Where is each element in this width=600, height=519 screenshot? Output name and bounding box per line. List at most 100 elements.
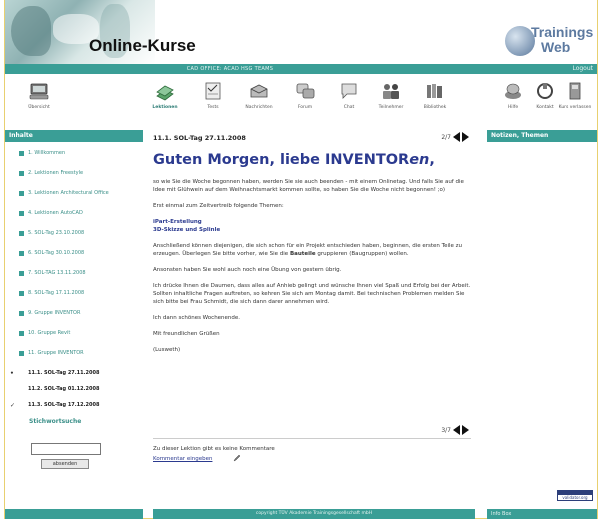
breadcrumb: 11.1. SOL-Tag 27.11.2008 [153,134,246,142]
nav-item-label: 4. Lektionen AutoCAD [28,210,83,216]
bullet-icon [19,151,24,156]
bullet-icon [19,311,24,316]
bullet-icon [19,251,24,256]
nav-subitem[interactable]: ✓ 11.3. SOL-Tag 17.12.2008 [10,402,143,409]
bullet-icon [19,351,24,356]
toolbar-item-chat[interactable]: Chat [329,80,369,110]
nav-item[interactable]: 3. Lektionen Architectural Office [19,190,143,197]
nav-item-label: 7. SOL-TAG 13.11.2008 [28,270,86,276]
photo-shape [11,6,51,56]
signature: (Lusweth) [153,347,181,353]
nav-item-label: 11.2. SOL-Tag 01.12.2008 [28,386,100,392]
bullet-icon [19,331,24,336]
toolbar-item-teilnehmer[interactable]: Teilnehmer [371,80,411,110]
page-indicator: 3/7 [441,426,451,434]
search-submit-button[interactable]: absenden [41,459,89,469]
next-page-icon[interactable] [462,425,469,435]
test-icon [205,82,221,100]
nav-item-label: 10. Gruppe Revit [28,330,71,336]
lesson-body: so wie Sie die Woche begonnen haben, wer… [153,178,475,362]
nav-item[interactable]: 8. SOL-Tag 17.11.2008 [19,290,143,297]
topic-link[interactable]: 3D-Skizze und Splinle [153,227,220,233]
bold-term: Bauteile [289,251,316,257]
validator-badge[interactable]: validator.org [557,490,593,501]
toolbar-item-nachrichten[interactable]: Nachrichten [239,80,279,110]
toolbar-item-bibliothek[interactable]: Bibliothek [415,80,455,110]
top-bar: CAD OFFICE: ACAD HSG TEAMS Logout [5,64,597,74]
nav-item-label: 8. SOL-Tag 17.11.2008 [28,290,85,296]
paragraph: Erst einmal zum Zeitvertreib folgende Th… [153,203,284,209]
chat-icon [341,83,357,99]
topic-list: iPart-Erstellung 3D-Skizze und Splinle [153,218,475,234]
toolbar-label: Übersicht [28,105,50,110]
title-punctuation: , [429,152,435,168]
help-icon [505,83,521,99]
previous-page-icon[interactable] [453,132,460,142]
paragraph: Ansonsten haben Sie wohl auch noch eine … [153,267,342,273]
page-navigator-bottom: 3/7 [441,425,469,435]
nav-item[interactable]: 2. Lektionen Freestyle [19,170,143,177]
title-text: Guten Morgen, liebe INVENTOR [153,152,410,168]
toolbar-item-kurs-verlassen[interactable]: Kurs verlassen [555,80,595,110]
main-content: 11.1. SOL-Tag 27.11.2008 2/7 Guten Morge… [147,130,481,519]
bullet-icon [19,211,24,216]
library-icon [427,84,442,98]
logout-link[interactable]: Logout [572,64,593,74]
forum-icon [296,83,315,99]
paragraph: so wie Sie die Woche begonnen haben, wer… [153,179,464,193]
toolbar-label: Nachrichten [245,105,273,110]
bullet-icon [19,271,24,276]
previous-page-icon[interactable] [453,425,460,435]
keyword-search-input[interactable] [31,443,101,455]
right-footer-bar: Info Box [487,509,597,519]
nav-item[interactable]: 4. Lektionen AutoCAD [19,210,143,217]
footer-copyright: copyright TÜV Akademie Trainingsgesellsc… [153,509,475,519]
exit-icon [569,82,581,100]
header: Online-Kurse Trainings Web [5,0,597,64]
nav-item[interactable]: 5. SOL-Tag 23.10.2008 [19,230,143,237]
toolbar-label: Lektionen [152,105,178,110]
logo-text-line2: Web [541,39,571,55]
nav-item[interactable]: 11. Gruppe INVENTOR [19,350,143,357]
next-page-icon[interactable] [462,132,469,142]
toolbar-item-lektionen[interactable]: Lektionen [145,80,185,110]
search-label: Stichwortsuche [29,418,82,425]
add-comment-link[interactable]: Kommentar eingeben [153,456,212,462]
toolbar: Übersicht Lektionen Tests Nachrichten Fo… [5,76,597,122]
toolbar-item-forum[interactable]: Forum [285,80,325,110]
messages-icon [250,84,268,98]
current-marker: • [10,370,14,377]
nav-item-label: 9. Gruppe INVENTOR [28,310,81,316]
title-italic-suffix: en [409,152,430,168]
bullet-icon [19,231,24,236]
page-frame: Online-Kurse Trainings Web CAD OFFICE: A… [4,0,598,519]
toolbar-label: Chat [343,105,355,110]
trainingsweb-logo[interactable]: Trainings Web [505,22,593,58]
course-nav: 1. Willkommen 2. Lektionen Freestyle 3. … [5,142,143,409]
toolbar-label: Tests [207,105,219,110]
nav-subitem-current[interactable]: • 11.1. SOL-Tag 27.11.2008 [10,370,143,377]
computer-icon [29,83,49,100]
divider [153,438,471,439]
paragraph: Anschließend können diejenigen, die sich… [153,243,463,257]
left-sidebar: Inhalte 1. Willkommen 2. Lektionen Frees… [5,130,143,519]
topic-link[interactable]: iPart-Erstellung [153,219,202,225]
nav-item[interactable]: 10. Gruppe Revit [19,330,143,337]
toolbar-item-tests[interactable]: Tests [193,80,233,110]
toolbar-label: Bibliothek [423,105,447,110]
nav-item-label: 11.1. SOL-Tag 27.11.2008 [28,370,100,376]
participants-icon [383,84,399,99]
sidebar-title: Inhalte [5,130,143,142]
bullet-icon [19,171,24,176]
nav-item[interactable]: 6. SOL-Tag 30.10.2008 [19,250,143,257]
nav-item[interactable]: 9. Gruppe INVENTOR [19,310,143,317]
check-icon: ✓ [10,402,16,409]
nav-subitem[interactable]: 11.2. SOL-Tag 01.12.2008 [19,386,143,393]
nav-item[interactable]: 1. Willkommen [19,150,143,157]
nav-item-label: 5. SOL-Tag 23.10.2008 [28,230,85,236]
badge-text: validator.org [557,494,593,501]
toolbar-item-uebersicht[interactable]: Übersicht [19,80,59,110]
nav-item[interactable]: 7. SOL-TAG 13.11.2008 [19,270,143,277]
toolbar-label: Kurs verlassen [558,105,592,110]
pencil-icon[interactable] [233,454,241,462]
